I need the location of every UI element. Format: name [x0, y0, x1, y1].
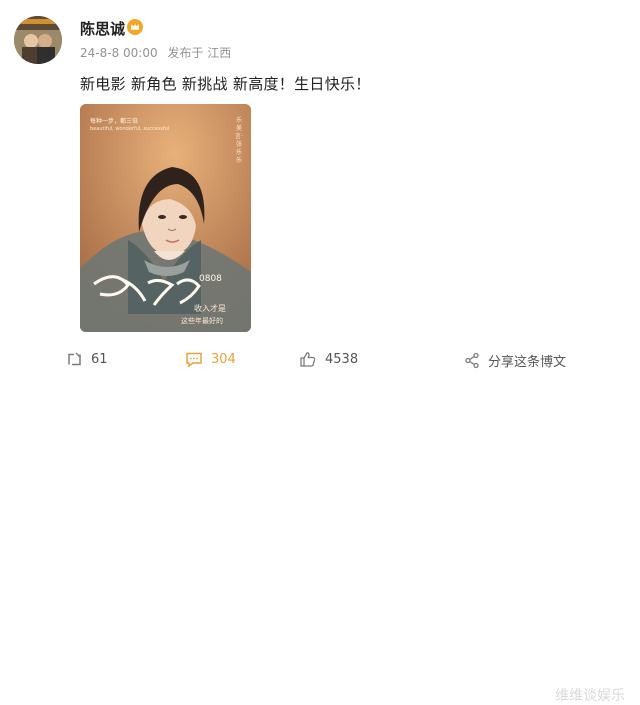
watermark: 维维谈娱乐: [555, 688, 625, 704]
share-button[interactable]: 分享这条博文: [464, 351, 566, 370]
poster-vertical-text: 乐美言·张乐乐: [235, 117, 243, 164]
post-location: 发布于 江西: [167, 46, 232, 60]
post-meta: 24-8-8 00:00 发布于 江西: [80, 44, 237, 61]
like-button[interactable]: 4538: [299, 351, 358, 368]
repost-icon: [68, 352, 81, 366]
poster-artwork: 0808 收入才是 这些年最好的: [80, 104, 251, 332]
post-body-text: 新电影 新角色 新挑战 新高度！生日快乐！: [80, 75, 371, 93]
like-count: 4538: [325, 352, 359, 367]
share-label: 分享这条博文: [488, 355, 567, 370]
comment-count: 304: [211, 352, 236, 367]
comment-button[interactable]: 304: [185, 351, 236, 368]
post-image[interactable]: 0808 收入才是 这些年最好的 每种一步，都三倍 beautiful, won…: [80, 104, 251, 332]
poster-small-text: 每种一步，都三倍: [90, 118, 139, 125]
vip-crown-icon: [127, 19, 143, 35]
repost-button[interactable]: 61: [66, 351, 108, 368]
svg-text:0808: 0808: [199, 274, 222, 284]
weibo-post-card: 陈思诚 24-8-8 00:00 发布于 江西 新电影 新角色 新挑战 新高度！…: [0, 0, 640, 704]
thumbs-up-icon: [300, 352, 316, 367]
svg-text:收入才是: 收入才是: [194, 303, 226, 313]
repost-count: 61: [91, 352, 108, 367]
share-icon: [465, 352, 479, 369]
username[interactable]: 陈思诚: [80, 18, 125, 39]
user-avatar[interactable]: [14, 16, 62, 64]
poster-english-text: beautiful, wonderful, successful: [90, 126, 170, 132]
comment-icon: [186, 352, 202, 368]
post-actions-bar: 61 304 4538 分享这条博文 维维谈娱乐: [0, 343, 640, 704]
post-time: 24-8-8 00:00: [80, 46, 158, 60]
svg-text:这些年最好的: 这些年最好的: [181, 316, 223, 325]
